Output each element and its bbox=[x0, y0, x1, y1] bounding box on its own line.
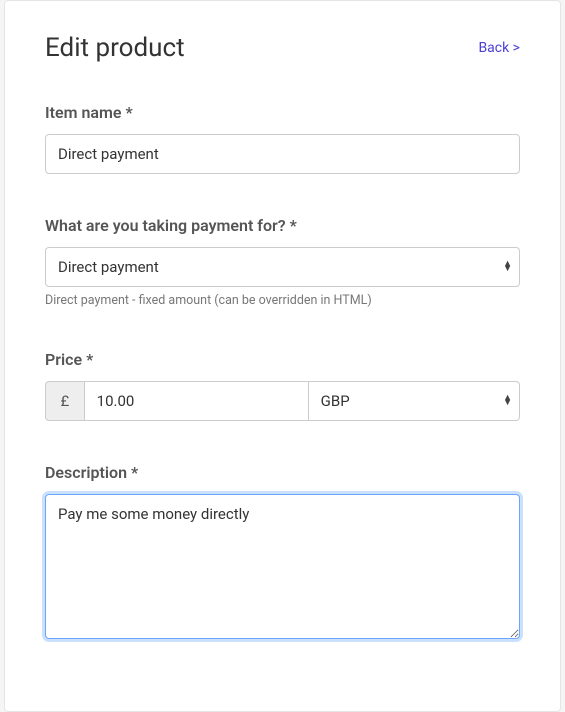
item-name-label: Item name * bbox=[45, 103, 520, 122]
currency-select-wrap: GBP ▲▼ bbox=[308, 381, 520, 421]
price-group: Price * £ GBP ▲▼ bbox=[45, 350, 520, 421]
description-textarea[interactable] bbox=[45, 494, 520, 639]
price-label: Price * bbox=[45, 350, 520, 369]
description-label: Description * bbox=[45, 463, 520, 482]
payment-for-help: Direct payment - fixed amount (can be ov… bbox=[45, 293, 520, 308]
price-row: £ GBP ▲▼ bbox=[45, 381, 520, 421]
currency-select[interactable]: GBP bbox=[308, 381, 520, 421]
description-group: Description * bbox=[45, 463, 520, 643]
item-name-group: Item name * bbox=[45, 103, 520, 174]
header-row: Edit product Back > bbox=[45, 33, 520, 63]
currency-symbol-addon: £ bbox=[45, 381, 84, 421]
back-link[interactable]: Back > bbox=[478, 40, 520, 56]
payment-for-select-wrap: Direct payment ▲▼ bbox=[45, 247, 520, 287]
payment-for-label: What are you taking payment for? * bbox=[45, 216, 520, 235]
edit-product-card: Edit product Back > Item name * What are… bbox=[4, 0, 561, 712]
payment-for-group: What are you taking payment for? * Direc… bbox=[45, 216, 520, 308]
price-amount-input[interactable] bbox=[84, 381, 308, 421]
page-title: Edit product bbox=[45, 33, 185, 63]
payment-for-select[interactable]: Direct payment bbox=[45, 247, 520, 287]
item-name-input[interactable] bbox=[45, 134, 520, 174]
